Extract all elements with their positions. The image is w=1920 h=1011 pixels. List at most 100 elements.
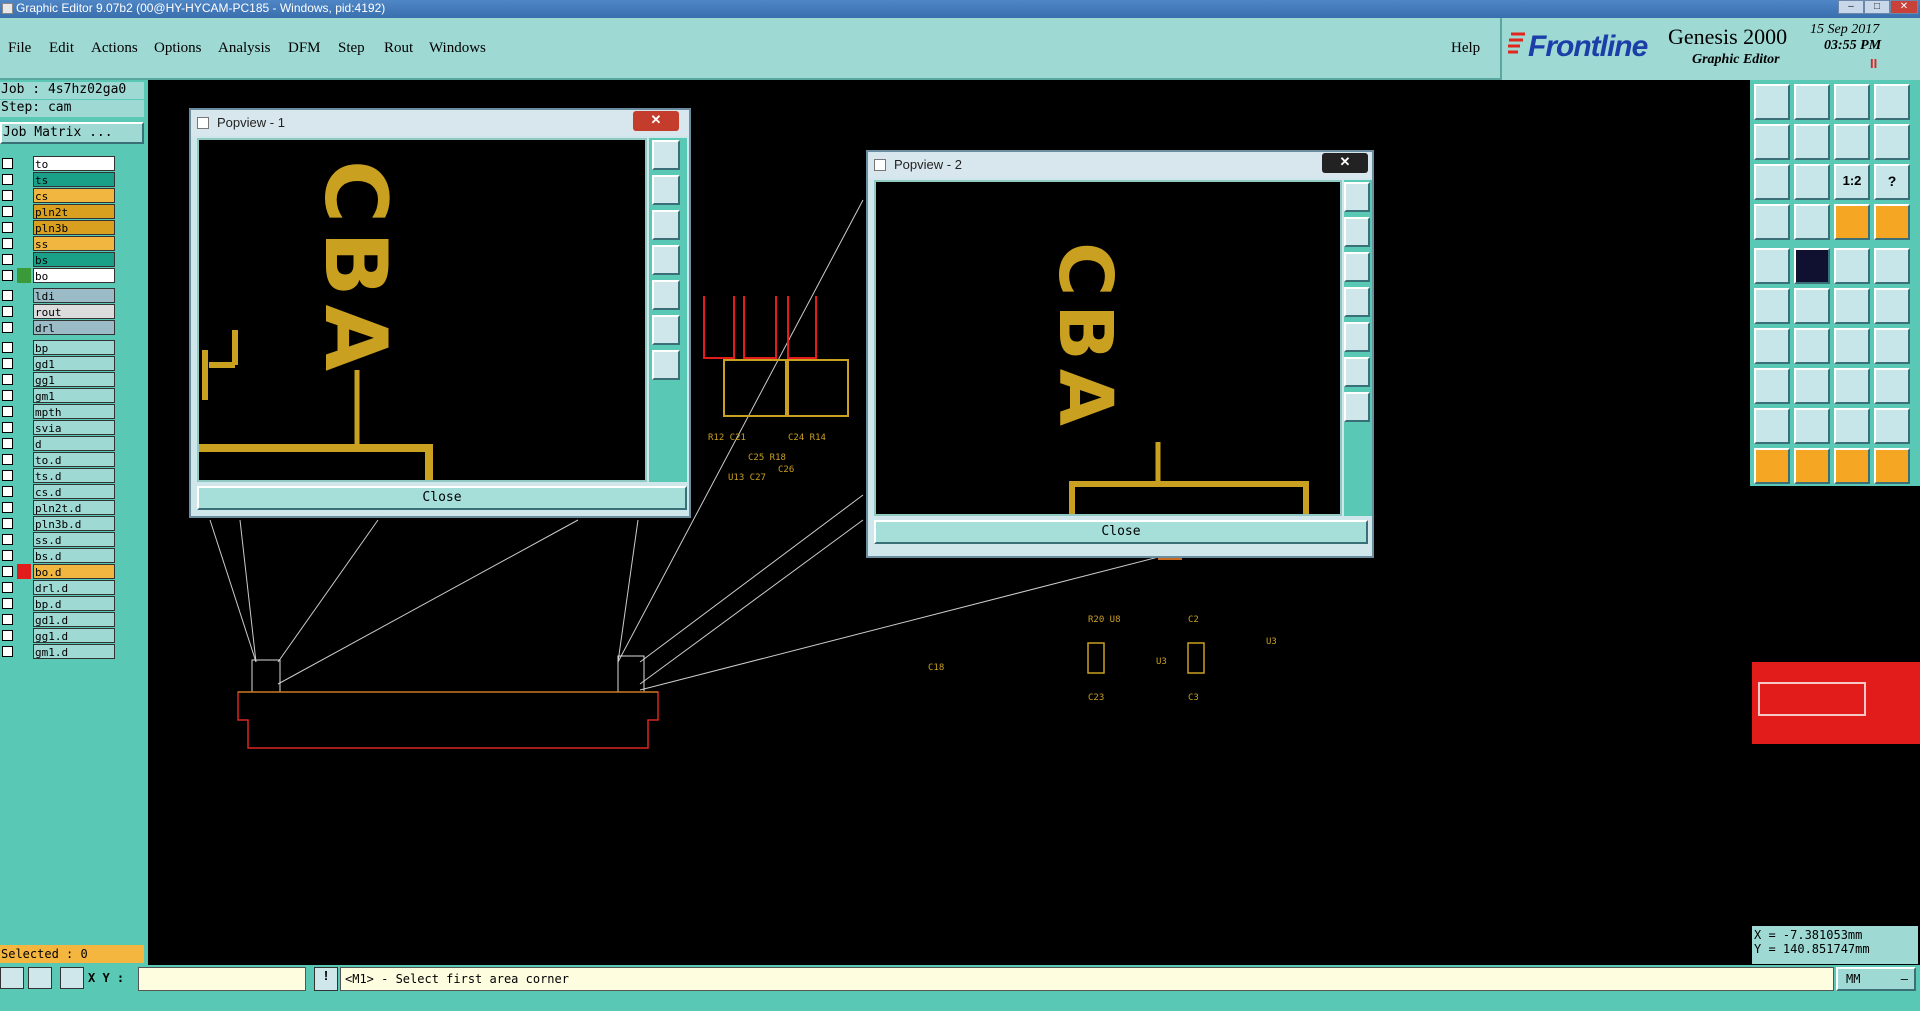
layer-name[interactable]: bo.d (33, 564, 115, 579)
layer-checkbox[interactable] (2, 502, 13, 513)
redraw-icon[interactable] (1834, 124, 1870, 160)
popview-1-zoom-home-icon[interactable] (652, 350, 680, 380)
menu-options[interactable]: Options (154, 40, 202, 57)
layer-checkbox[interactable] (2, 614, 13, 625)
add-surface-icon[interactable] (1874, 248, 1910, 284)
menu-analysis[interactable]: Analysis (218, 40, 271, 57)
layer-row[interactable]: bp (0, 340, 118, 355)
popview-1-close-x[interactable]: ✕ (633, 111, 679, 131)
help-icon[interactable]: ? (1874, 164, 1910, 200)
select-multi-icon[interactable] (1874, 448, 1910, 484)
popview-1-copy-icon[interactable] (652, 140, 680, 170)
layer-checkbox[interactable] (2, 390, 13, 401)
layer-checkbox[interactable] (2, 582, 13, 593)
layer-name[interactable]: bs.d (33, 548, 115, 563)
layer-name[interactable]: bp (33, 340, 115, 355)
menu-actions[interactable]: Actions (91, 40, 138, 57)
layer-row[interactable]: cs.d (0, 484, 118, 499)
layer-name[interactable]: rout (33, 304, 115, 319)
layer-checkbox[interactable] (2, 374, 13, 385)
popview-2-zoom-fit-icon[interactable] (1344, 357, 1370, 387)
popview-2-titlebar[interactable]: Popview - 2 ✕ (868, 152, 1372, 178)
layer-checkbox[interactable] (2, 190, 13, 201)
menu-windows[interactable]: Windows (429, 40, 486, 57)
grid-display-icon[interactable] (1794, 204, 1830, 240)
units-selector[interactable]: MM – (1836, 967, 1916, 991)
add-pad-icon[interactable] (1754, 248, 1790, 284)
layer-row[interactable]: drl (0, 320, 118, 335)
pause-icon[interactable]: II (1870, 56, 1877, 71)
resize-icon[interactable] (1754, 368, 1790, 404)
layer-checkbox[interactable] (2, 406, 13, 417)
layer-row[interactable]: ss.d (0, 532, 118, 547)
popview-1-pan-left-icon[interactable] (652, 245, 680, 275)
layer-name[interactable]: to (33, 156, 115, 171)
cross-icon[interactable] (1794, 288, 1830, 324)
zoom-area-icon[interactable] (1794, 164, 1830, 200)
grid-icon[interactable] (1874, 84, 1910, 120)
menu-file[interactable]: File (8, 40, 31, 57)
layer-checkbox[interactable] (2, 270, 13, 281)
popview-2-zoom-out-icon[interactable] (1344, 252, 1370, 282)
layer-row[interactable]: rout (0, 304, 118, 319)
layer-checkbox[interactable] (2, 486, 13, 497)
layer-checkbox[interactable] (2, 470, 13, 481)
layer-row[interactable]: gm1.d (0, 644, 118, 659)
triangle-icon[interactable] (1754, 408, 1790, 444)
popview-2-close-x[interactable]: ✕ (1322, 153, 1368, 173)
layer-row[interactable]: pln2t.d (0, 500, 118, 515)
layer-name[interactable]: bs (33, 252, 115, 267)
layer-checkbox[interactable] (2, 222, 13, 233)
layer-row[interactable]: gm1 (0, 388, 118, 403)
pan-right-icon[interactable] (1794, 124, 1830, 160)
layer-row[interactable]: bs.d (0, 548, 118, 563)
layer-row[interactable]: gg1.d (0, 628, 118, 643)
layer-row[interactable]: pln3b (0, 220, 118, 235)
layer-name[interactable]: bp.d (33, 596, 115, 611)
layer-row[interactable]: gd1 (0, 356, 118, 371)
layer-name[interactable]: svia (33, 420, 115, 435)
layer-row[interactable]: to (0, 156, 118, 171)
layer-row[interactable]: bo (0, 268, 118, 283)
layer-checkbox[interactable] (2, 534, 13, 545)
triangle-b-icon[interactable] (1834, 408, 1870, 444)
layer-checkbox[interactable] (2, 306, 13, 317)
layer-row[interactable]: cs (0, 188, 118, 203)
snap-icon[interactable] (1874, 124, 1910, 160)
minimize-button[interactable]: – (1838, 0, 1864, 14)
popview-2-close-button[interactable]: Close (874, 520, 1368, 544)
layer-checkbox[interactable] (2, 598, 13, 609)
add-text-icon[interactable] (1834, 248, 1870, 284)
layer-row[interactable]: pln2t (0, 204, 118, 219)
layer-row[interactable]: to.d (0, 452, 118, 467)
menu-step[interactable]: Step (338, 40, 365, 57)
net-highlight-icon[interactable] (1834, 204, 1870, 240)
home-icon[interactable] (1834, 84, 1870, 120)
layer-row[interactable]: mpth (0, 404, 118, 419)
layer-name[interactable]: ss (33, 236, 115, 251)
layer-row[interactable]: d (0, 436, 118, 451)
close-window-button[interactable]: ✕ (1890, 0, 1918, 14)
popview-2-pan-left-icon[interactable] (1344, 287, 1370, 317)
layer-name[interactable]: gm1 (33, 388, 115, 403)
layer-checkbox[interactable] (2, 322, 13, 333)
layer-name[interactable]: pln3b.d (33, 516, 115, 531)
layer-name[interactable]: drl.d (33, 580, 115, 595)
layer-name[interactable]: gm1.d (33, 644, 115, 659)
fill-icon[interactable] (1874, 328, 1910, 364)
popview-1-zoom-fit-icon[interactable] (652, 315, 680, 345)
arc-icon[interactable] (1834, 328, 1870, 364)
layer-row[interactable]: svia (0, 420, 118, 435)
net-compare-icon[interactable] (1874, 204, 1910, 240)
layer-name[interactable]: ts (33, 172, 115, 187)
layer-row[interactable]: bo.d (0, 564, 118, 579)
layer-checkbox[interactable] (2, 454, 13, 465)
menu-help[interactable]: Help (1451, 40, 1480, 57)
add-point-icon[interactable] (1874, 288, 1910, 324)
layer-checkbox[interactable] (2, 550, 13, 561)
select-box-icon[interactable] (1794, 448, 1830, 484)
layer-name[interactable]: gd1 (33, 356, 115, 371)
layer-name[interactable]: pln3b (33, 220, 115, 235)
popview-1-titlebar[interactable]: Popview - 1 ✕ (191, 110, 689, 136)
menu-rout[interactable]: Rout (384, 40, 413, 57)
